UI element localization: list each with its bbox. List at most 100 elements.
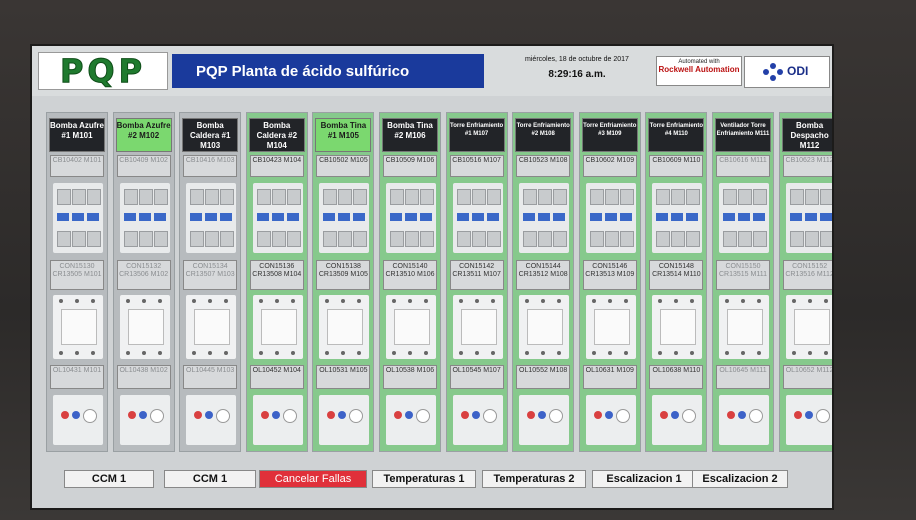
overload-tag: OL10452 M104 [249,365,304,389]
breaker-tag: CB10616 M111 [716,155,770,177]
contactor-tag: CON15144 CR13512 M108 [516,260,571,290]
motor-column: Bomba Tina #2 M106 CB10509 M106 CON15140 C… [379,112,441,452]
tab-ccm-1[interactable]: CCM 1 [64,470,154,488]
motor-column: Torre Enfriamiento #1 M107 CB10516 M107 CO… [445,112,508,452]
overload-tag: OL10531 M105 [316,365,371,389]
contactor-icon[interactable] [652,295,703,359]
circuit-breaker-icon[interactable] [252,183,303,253]
overload-tag: OL10631 M109 [582,365,637,389]
motor-column: Bomba Caldera #1 M103 CB10416 M103 CON1513… [179,112,242,452]
breaker-tag: CB10423 M104 [249,155,304,177]
overload-tag: OL10552 M108 [516,365,571,389]
tab-escalizacion-1[interactable]: Escalizacion 1 [592,470,696,488]
breaker-tag: CB10523 M108 [516,155,571,177]
motor-column: Ventilador Torre Enfriamiento M111 CB1061… [712,112,774,452]
circuit-breaker-icon[interactable] [719,183,769,253]
overload-relay-icon[interactable] [186,395,237,445]
breaker-tag: CB10602 M109 [582,155,637,177]
contactor-icon[interactable] [519,295,570,359]
overload-tag: OL10652 M112 [782,365,832,389]
circuit-breaker-icon[interactable] [319,183,370,253]
motor-label-button[interactable]: Bomba Tina #1 M105 [315,118,372,152]
contactor-tag: CON15134 CR13507 M103 [183,260,238,290]
motor-label-button[interactable]: Bomba Caldera #1 M103 [182,118,239,152]
contactor-icon[interactable] [119,295,170,359]
contactor-icon[interactable] [452,295,503,359]
overload-tag: OL10638 M110 [649,365,704,389]
tab-escalizacion-2[interactable]: Escalizacion 2 [692,470,788,488]
overload-relay-icon[interactable] [252,395,303,445]
breaker-tag: CB10516 M107 [449,155,504,177]
motor-label-button[interactable]: Torre Enfriamiento #1 M107 [448,118,505,152]
motor-label-button[interactable]: Bomba Azufre #2 M102 [115,118,172,152]
overload-tag: OL10431 M101 [50,365,104,389]
circuit-breaker-icon[interactable] [186,183,237,253]
contactor-icon[interactable] [319,295,370,359]
circuit-breaker-icon[interactable] [452,183,503,253]
overload-tag: OL10438 M102 [116,365,171,389]
contactor-icon[interactable] [252,295,303,359]
motor-column: Torre Enfriamiento #2 M108 CB10523 M108 CO… [512,112,575,452]
overload-relay-icon[interactable] [119,395,170,445]
motor-label-button[interactable]: Bomba Azufre #1 M101 [49,118,105,152]
motor-label-button[interactable]: Bomba Caldera #2 M104 [248,118,305,152]
circuit-breaker-icon[interactable] [119,183,170,253]
contactor-tag: CON15140 CR13510 M106 [383,260,437,290]
overload-relay-icon[interactable] [585,395,636,445]
motor-column: Bomba Tina #1 M105 CB10502 M105 CON15138 C… [312,112,375,452]
contactor-tag: CON15150 CR13515 M111 [716,260,770,290]
overload-relay-icon[interactable] [652,395,703,445]
motor-label-button[interactable]: Bomba Tina #2 M106 [382,118,438,152]
motor-column: Bomba Despacho M112 CB10623 M112 CON15152 … [778,112,832,452]
contactor-icon[interactable] [719,295,769,359]
circuit-breaker-icon[interactable] [519,183,570,253]
motor-panel: Bomba Azufre #1 M101 CB10402 M101 CON15130… [46,112,832,460]
contactor-icon[interactable] [785,295,832,359]
motor-column: Bomba Azufre #1 M101 CB10402 M101 CON15130… [46,112,108,452]
hmi-screen: PQP PQP Planta de ácido sulfúrico miérco… [32,46,832,508]
tab-ccm-1[interactable]: CCM 1 [164,470,256,488]
breaker-tag: CB10416 M103 [183,155,238,177]
motor-label-button[interactable]: Torre Enfriamiento #4 M110 [648,118,705,152]
odi-dots-icon [763,63,783,81]
time-text: 8:29:16 a.m. [548,69,606,80]
motor-label-button[interactable]: Torre Enfriamiento #3 M109 [581,118,638,152]
overload-tag: OL10645 M111 [716,365,770,389]
tab-temperaturas-1[interactable]: Temperaturas 1 [372,470,476,488]
contactor-icon[interactable] [386,295,436,359]
circuit-breaker-icon[interactable] [585,183,636,253]
overload-relay-icon[interactable] [519,395,570,445]
circuit-breaker-icon[interactable] [652,183,703,253]
motor-label-button[interactable]: Bomba Despacho M112 [781,118,832,152]
overload-relay-icon[interactable] [53,395,103,445]
contactor-icon[interactable] [53,295,103,359]
contactor-tag: CON15152 CR13516 M112 [782,260,832,290]
odi-logo: ODI [744,56,830,88]
overload-relay-icon[interactable] [452,395,503,445]
overload-relay-icon[interactable] [785,395,832,445]
circuit-breaker-icon[interactable] [386,183,436,253]
circuit-breaker-icon[interactable] [785,183,832,253]
motor-column: Bomba Azufre #2 M102 CB10409 M102 CON15132… [112,112,175,452]
contactor-icon[interactable] [585,295,636,359]
overload-tag: OL10445 M103 [183,365,238,389]
contactor-tag: CON15130 CR13505 M101 [50,260,104,290]
contactor-tag: CON15148 CR13514 M110 [649,260,704,290]
breaker-tag: CB10402 M101 [50,155,104,177]
overload-relay-icon[interactable] [386,395,436,445]
tab-temperaturas-2[interactable]: Temperaturas 2 [482,470,586,488]
contactor-tag: CON15146 CR13513 M109 [582,260,637,290]
motor-label-button[interactable]: Torre Enfriamiento #2 M108 [515,118,572,152]
circuit-breaker-icon[interactable] [53,183,103,253]
motor-label-button[interactable]: Ventilador Torre Enfriamiento M111 [715,118,771,152]
overload-relay-icon[interactable] [719,395,769,445]
datetime-display: miércoles, 18 de octubre de 2017 8:29:16… [502,56,652,80]
breaker-tag: CB10609 M110 [649,155,704,177]
motor-column: Torre Enfriamiento #3 M109 CB10602 M109 CO… [578,112,641,452]
overload-relay-icon[interactable] [319,395,370,445]
tab-cancelar-fallas[interactable]: Cancelar Fallas [259,470,367,488]
motor-column: Bomba Caldera #2 M104 CB10423 M104 CON1513… [245,112,308,452]
date-text: miércoles, 18 de octubre de 2017 [525,56,629,63]
contactor-icon[interactable] [186,295,237,359]
contactor-tag: CON15136 CR13508 M104 [249,260,304,290]
